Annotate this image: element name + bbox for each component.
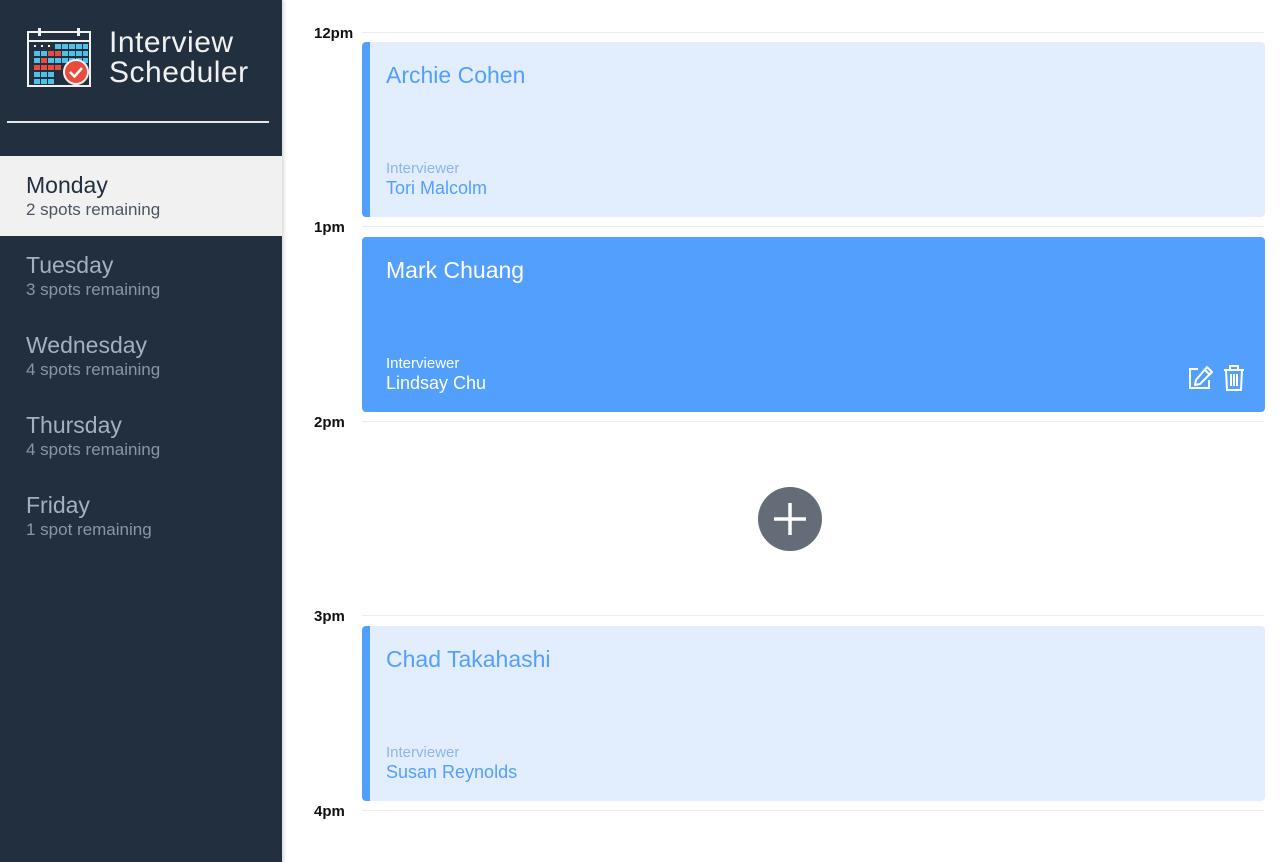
interviewer-label: Interviewer [386, 355, 460, 372]
calendar-check-icon [27, 28, 91, 87]
day-name: Thursday [26, 412, 122, 438]
student-name: Chad Takahashi [386, 646, 551, 672]
app-title: Interview Scheduler [109, 28, 249, 88]
sidebar: Interview Scheduler Monday 2 spots remai… [0, 0, 282, 862]
interviewer-label: Interviewer [386, 744, 460, 761]
hour-divider [362, 226, 1264, 227]
appointment-card[interactable]: Archie Cohen Interviewer Tori Malcolm [362, 42, 1265, 217]
day-name: Tuesday [26, 252, 114, 278]
day-item-friday[interactable]: Friday 1 spot remaining [0, 476, 282, 556]
hour-label: 1pm [314, 219, 345, 236]
plus-icon [774, 503, 806, 535]
app-title-line1: Interview [109, 26, 234, 59]
interviewer-name: Tori Malcolm [386, 178, 488, 198]
hour-label: 12pm [314, 25, 354, 42]
interviewer-name: Susan Reynolds [386, 762, 518, 782]
day-spots: 3 spots remaining [26, 280, 161, 299]
day-name: Friday [26, 492, 90, 518]
appointment-card[interactable]: Chad Takahashi Interviewer Susan Reynold… [362, 626, 1265, 801]
day-name: Monday [26, 172, 108, 198]
hour-divider [362, 32, 1264, 33]
day-item-tuesday[interactable]: Tuesday 3 spots remaining [0, 236, 282, 316]
interviewer-name: Lindsay Chu [386, 373, 487, 393]
schedule: 12pm Archie Cohen Interviewer Tori Malco… [282, 0, 1288, 862]
hour-divider [362, 421, 1264, 422]
appointment-actions [1185, 363, 1249, 393]
day-spots: 4 spots remaining [26, 360, 161, 379]
day-spots: 2 spots remaining [26, 200, 161, 219]
sidebar-divider [7, 121, 269, 123]
hour-divider [362, 615, 1264, 616]
day-list: Monday 2 spots remaining Tuesday 3 spots… [0, 156, 282, 556]
day-name: Wednesday [26, 332, 148, 358]
day-spots: 4 spots remaining [26, 440, 161, 459]
hour-label: 4pm [314, 803, 345, 820]
hour-label: 3pm [314, 608, 345, 625]
student-name: Mark Chuang [386, 257, 525, 283]
day-item-thursday[interactable]: Thursday 4 spots remaining [0, 396, 282, 476]
student-name: Archie Cohen [386, 62, 526, 88]
trash-icon[interactable] [1219, 363, 1249, 393]
edit-icon[interactable] [1185, 363, 1215, 393]
day-item-monday[interactable]: Monday 2 spots remaining [0, 156, 282, 236]
hour-label: 2pm [314, 414, 345, 431]
day-spots: 1 spot remaining [26, 520, 152, 539]
interviewer-label: Interviewer [386, 160, 460, 177]
hour-divider [362, 810, 1264, 811]
day-item-wednesday[interactable]: Wednesday 4 spots remaining [0, 316, 282, 396]
add-appointment-button[interactable] [758, 487, 822, 551]
app-title-line2: Scheduler [109, 56, 249, 89]
appointment-card[interactable]: Mark Chuang Interviewer Lindsay Chu [362, 237, 1265, 412]
brand: Interview Scheduler [26, 26, 266, 90]
